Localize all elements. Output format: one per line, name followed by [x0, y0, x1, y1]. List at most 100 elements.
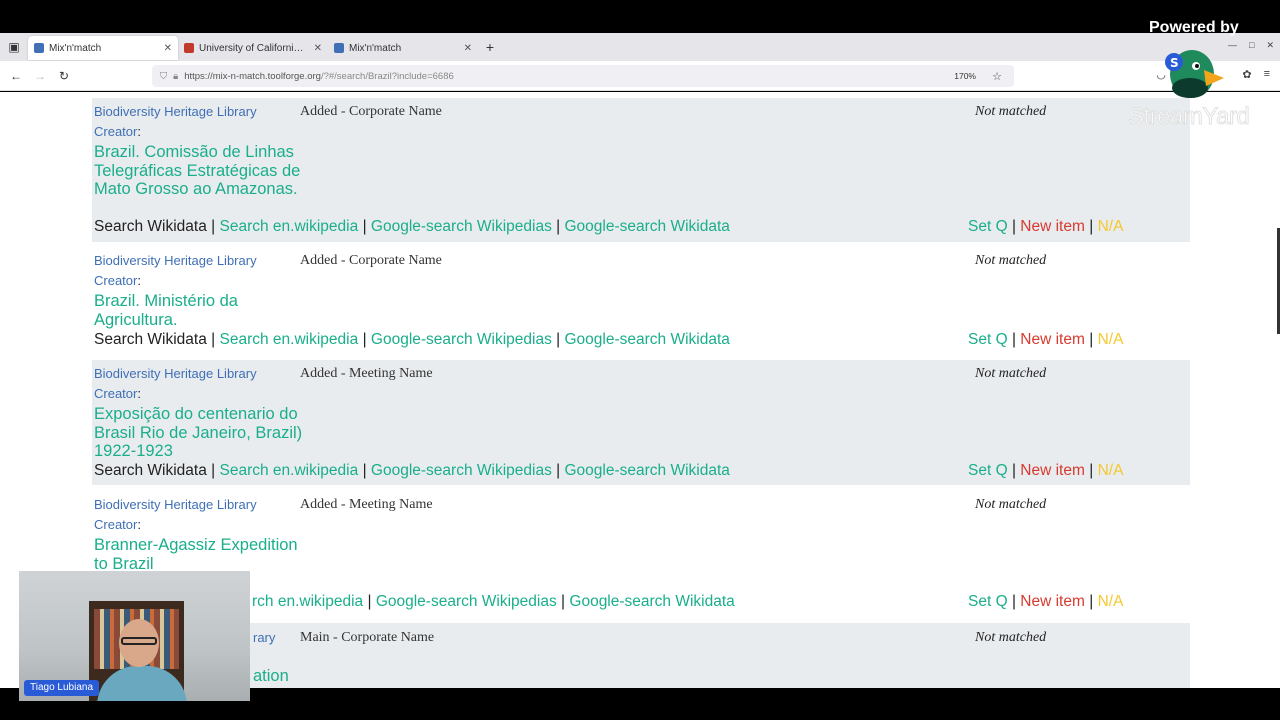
new-tab-button[interactable]: +	[478, 39, 502, 55]
entry-type: Added - Corporate Name	[300, 104, 442, 119]
google-wikipedias-link[interactable]: Google-search Wikipedias	[376, 593, 557, 610]
entry-name-link[interactable]: ation	[253, 667, 463, 686]
tab-mixnmatch-2[interactable]: Mix'n'match ✕	[328, 36, 478, 60]
catalog-link[interactable]: Biodiversity Heritage Library	[94, 253, 257, 268]
shield-icon[interactable]: ⛉	[160, 71, 167, 82]
entry-name-link[interactable]: Exposição do centenario do Brasil Rio de…	[94, 405, 304, 461]
entry-type: Added - Meeting Name	[300, 497, 433, 512]
entry-type: Added - Meeting Name	[300, 366, 433, 381]
google-wikipedias-link[interactable]: Google-search Wikipedias	[371, 331, 552, 348]
close-window-icon[interactable]: ✕	[1266, 40, 1274, 51]
powered-by-label: Powered by	[1149, 19, 1239, 36]
zoom-level[interactable]: 170%	[954, 71, 976, 81]
menu-icon[interactable]: ≡	[1264, 68, 1270, 81]
catalog-link[interactable]: Biodiversity Heritage Library	[94, 497, 257, 512]
entry-row: Biodiversity Heritage Library Added - Co…	[92, 98, 1190, 242]
entry-actions: Set Q | New item | N/A	[968, 218, 1124, 235]
search-enwiki-link[interactable]: rch en.wikipedia	[252, 593, 363, 610]
na-link[interactable]: N/A	[1098, 331, 1124, 348]
streamyard-duck-logo-icon: S	[1165, 50, 1224, 98]
match-status: Not matched	[975, 104, 1047, 119]
forward-arrow-icon[interactable]: →	[28, 69, 52, 83]
entry-actions: Set Q | New item | N/A	[968, 331, 1124, 348]
match-status: Not matched	[975, 497, 1047, 512]
creator-label: Creator:	[94, 386, 141, 401]
google-wikidata-link[interactable]: Google-search Wikidata	[569, 593, 734, 610]
creator-label: Creator:	[94, 517, 141, 532]
set-q-link[interactable]: Set Q	[968, 462, 1008, 479]
navigation-bar: ← → ↻ ⛉ 🔒︎ https://mix-n-match.toolforge…	[0, 61, 1280, 91]
entry-type: Main - Corporate Name	[300, 630, 435, 645]
search-enwiki-link[interactable]: Search en.wikipedia	[220, 462, 359, 479]
new-item-link[interactable]: New item	[1020, 331, 1085, 348]
search-links: Search Wikidata | Search en.wikipedia | …	[94, 331, 730, 348]
catalog-link[interactable]: Biodiversity Heritage Library	[94, 366, 257, 381]
entry-actions: Set Q | New item | N/A	[968, 593, 1124, 610]
catalog-link[interactable]: Biodiversity Heritage Library	[94, 104, 257, 119]
search-links: Search Wikidata | Search en.wikipedia | …	[94, 218, 730, 235]
tab-title: Mix'n'match	[349, 42, 402, 54]
minimize-icon[interactable]: —	[1228, 40, 1237, 51]
entry-row: Biodiversity Heritage Library Added - Me…	[92, 360, 1190, 485]
na-link[interactable]: N/A	[1098, 218, 1124, 235]
set-q-link[interactable]: Set Q	[968, 593, 1008, 610]
search-wikidata-link[interactable]: Search Wikidata	[94, 462, 207, 479]
na-link[interactable]: N/A	[1098, 593, 1124, 610]
window-controls: — □ ✕	[1228, 40, 1274, 51]
list-all-tabs-icon[interactable]: ▣	[0, 33, 28, 61]
match-status: Not matched	[975, 366, 1047, 381]
url-host: https://mix-n-match.toolforge.org	[184, 70, 321, 82]
google-wikipedias-link[interactable]: Google-search Wikipedias	[371, 218, 552, 235]
mixnmatch-favicon-icon	[334, 43, 344, 53]
url-path: /?#/search/Brazil?include=6686	[320, 70, 454, 82]
close-icon[interactable]: ✕	[164, 43, 172, 54]
tab-university-of-california[interactable]: University of California - Wiki ✕	[178, 36, 328, 60]
entry-actions: Set Q | New item | N/A	[968, 462, 1124, 479]
close-icon[interactable]: ✕	[464, 43, 472, 54]
set-q-link[interactable]: Set Q	[968, 331, 1008, 348]
new-item-link[interactable]: New item	[1020, 593, 1085, 610]
google-wikidata-link[interactable]: Google-search Wikidata	[564, 218, 729, 235]
search-enwiki-link[interactable]: Search en.wikipedia	[220, 218, 359, 235]
new-item-link[interactable]: New item	[1020, 462, 1085, 479]
reload-icon[interactable]: ↻	[52, 69, 76, 83]
match-status: Not matched	[975, 253, 1047, 268]
search-wikidata-link[interactable]: Search Wikidata	[94, 218, 207, 235]
glasses	[121, 637, 157, 645]
close-icon[interactable]: ✕	[314, 43, 322, 54]
search-wikidata-link[interactable]: Search Wikidata	[94, 331, 207, 348]
bookmark-star-icon[interactable]: ☆	[992, 70, 1002, 83]
creator-label: Creator:	[94, 273, 141, 288]
tab-mixnmatch-1[interactable]: Mix'n'match ✕	[28, 36, 178, 60]
tab-title: University of California - Wiki	[199, 42, 309, 54]
search-enwiki-link[interactable]: Search en.wikipedia	[220, 331, 359, 348]
mixnmatch-favicon-icon	[34, 43, 44, 53]
search-links: Search Wikidata | Search en.wikipedia | …	[94, 462, 730, 479]
tab-bar: ▣ Mix'n'match ✕ University of California…	[0, 33, 1280, 61]
lock-icon[interactable]: 🔒︎	[173, 71, 178, 82]
entry-row: rary Main - Corporate Name Not matched a…	[92, 623, 1190, 688]
presenter-name-tag: Tiago Lubiana	[24, 680, 100, 696]
extension-icon[interactable]: ✿	[1242, 68, 1251, 81]
wikipedia-favicon-icon	[184, 43, 194, 53]
search-links: rch en.wikipedia | Google-search Wikiped…	[252, 593, 735, 610]
entry-name-link[interactable]: Brazil. Ministério da Agricultura.	[94, 292, 304, 329]
catalog-link[interactable]: rary	[253, 630, 275, 645]
new-item-link[interactable]: New item	[1020, 218, 1085, 235]
entry-row: Biodiversity Heritage Library Added - Me…	[92, 485, 1190, 623]
google-wikidata-link[interactable]: Google-search Wikidata	[564, 331, 729, 348]
google-wikidata-link[interactable]: Google-search Wikidata	[564, 462, 729, 479]
match-status: Not matched	[975, 630, 1047, 645]
streamyard-brand: StreamYard	[1127, 103, 1250, 131]
svg-text:S: S	[1170, 56, 1179, 70]
entry-name-link[interactable]: Brazil. Comissão de Linhas Telegráficas …	[94, 143, 304, 199]
back-arrow-icon[interactable]: ←	[4, 69, 28, 83]
entry-name-link[interactable]: Branner-Agassiz Expedition to Brazil	[94, 536, 304, 573]
maximize-icon[interactable]: □	[1249, 40, 1254, 51]
google-wikipedias-link[interactable]: Google-search Wikipedias	[371, 462, 552, 479]
set-q-link[interactable]: Set Q	[968, 218, 1008, 235]
na-link[interactable]: N/A	[1098, 462, 1124, 479]
entry-type: Added - Corporate Name	[300, 253, 442, 268]
tab-title: Mix'n'match	[49, 42, 102, 54]
url-bar[interactable]: ⛉ 🔒︎ https://mix-n-match.toolforge.org/?…	[152, 65, 1014, 87]
